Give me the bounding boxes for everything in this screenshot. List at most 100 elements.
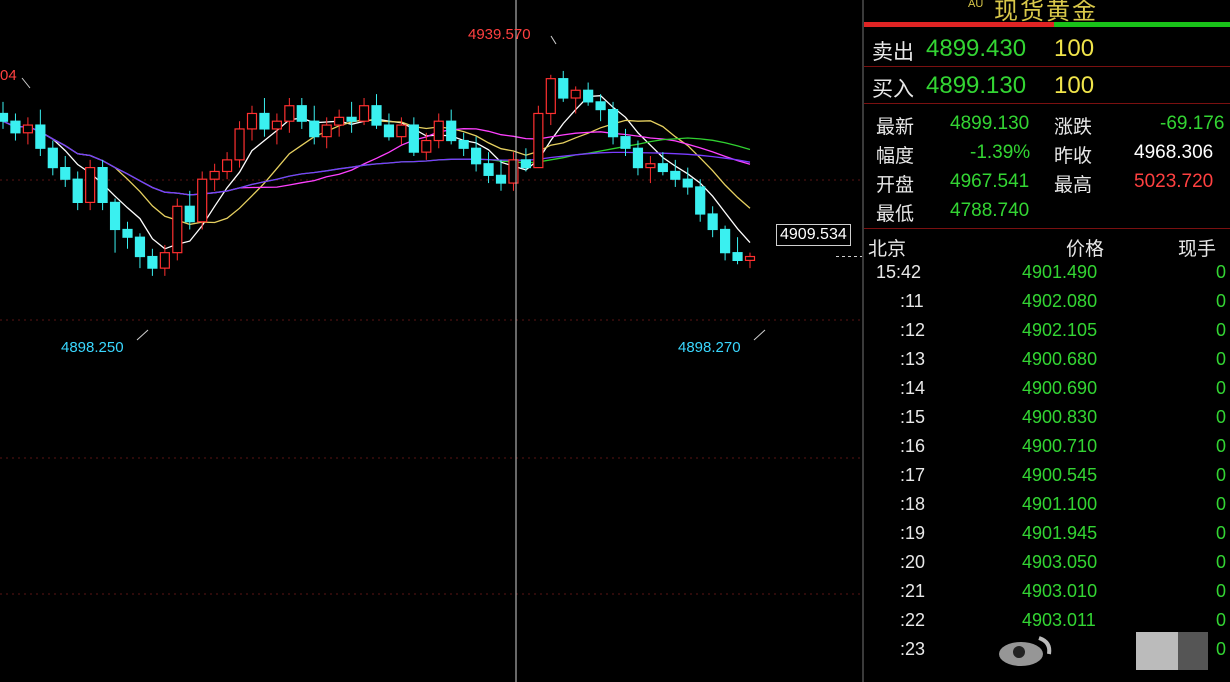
tick-volume: 0 [1216, 610, 1227, 630]
stats-block: 最新 4899.130 涨跌 -69.176 幅度 -1.39% 昨收 4968… [864, 104, 1230, 229]
candle-down [296, 105, 307, 122]
tick-price: 4900.545 [1022, 465, 1098, 485]
tick-time: :12 [900, 320, 926, 340]
tick-volume: 0 [1216, 349, 1227, 369]
candle-down [371, 105, 382, 126]
tick-row: :18 4901.100 0 [864, 494, 1230, 523]
candle-down [109, 201, 121, 231]
buy-volume: 100 [1054, 72, 1095, 99]
low-price-label-left: 4898.250 [61, 339, 124, 356]
tick-price: 4902.105 [1022, 320, 1098, 340]
candle-down [458, 139, 469, 149]
tick-row: :11 4902.080 0 [864, 291, 1230, 320]
tick-volume: 0 [1216, 523, 1227, 543]
change-value: -69.176 [1160, 113, 1225, 134]
pct-value: -1.39% [970, 142, 1031, 163]
crosshair-price-box: 4909.534 [776, 224, 851, 246]
tick-time: :14 [900, 378, 926, 398]
candle-down [259, 112, 270, 130]
candle-up [246, 112, 258, 130]
candle-down [35, 124, 46, 149]
candle-up [744, 255, 756, 261]
tick-row: :12 4902.105 0 [864, 320, 1230, 349]
candle-down [595, 101, 606, 111]
open-label: 开盘 [876, 175, 915, 196]
quote-panel: AU 现货黄金 卖出 4899.430 100 买入 4899.130 100 … [862, 0, 1230, 682]
tick-time: :21 [900, 581, 926, 601]
panel-header: AU 现货黄金 [864, 0, 1230, 25]
candle-up [159, 252, 170, 269]
candle-down [184, 205, 195, 223]
tick-volume: 0 [1216, 320, 1227, 340]
sell-price: 4899.430 [926, 35, 1027, 62]
tick-row: :14 4900.690 0 [864, 378, 1230, 407]
tick-volume: 0 [1216, 581, 1227, 601]
tick-row: :16 4900.710 0 [864, 436, 1230, 465]
candle-down [408, 124, 419, 153]
low-label: 最低 [876, 204, 915, 225]
tick-row: :17 4900.545 0 [864, 465, 1230, 494]
tick-row: 15:42 4901.490 0 [864, 262, 1230, 291]
candle-down [134, 236, 146, 258]
candle-down [583, 89, 594, 103]
tick-row: :20 4903.050 0 [864, 552, 1230, 581]
candle-down [122, 228, 133, 238]
candle-up [22, 124, 33, 134]
candle-down [47, 147, 58, 169]
candle-down [383, 124, 395, 138]
tick-time: :22 [900, 610, 926, 630]
tick-row: :15 4900.830 0 [864, 407, 1230, 436]
candle-down [147, 255, 158, 269]
candle-down [72, 178, 83, 203]
tick-volume: 0 [1216, 552, 1227, 572]
prev-close-label: 昨收 [1054, 146, 1093, 167]
tick-volume: 0 [1216, 639, 1227, 659]
latest-label: 最新 [876, 117, 915, 138]
low-value: 4788.740 [950, 200, 1030, 221]
tick-price: 4902.080 [1022, 291, 1098, 311]
candle-up [421, 139, 432, 153]
candle-down [558, 78, 569, 99]
left-pointer [21, 77, 31, 89]
tick-row: :21 4903.010 0 [864, 581, 1230, 610]
tick-volume: 0 [1216, 465, 1227, 485]
latest-value: 4899.130 [950, 113, 1030, 134]
tick-price: 4903.050 [1022, 552, 1098, 572]
candle-down [346, 116, 357, 122]
candle-up [570, 89, 581, 99]
high-value: 5023.720 [1134, 171, 1214, 192]
candle-up [433, 120, 444, 142]
tick-volume: 0 [1216, 436, 1227, 456]
candle-up [209, 170, 220, 180]
low-pointer-left [136, 329, 149, 341]
buy-strength-bar [1054, 22, 1230, 27]
candle-up [396, 124, 407, 138]
candle-down [732, 252, 743, 262]
candle-down [632, 147, 644, 169]
high-price-label: 4939.570 [468, 26, 531, 43]
pct-label: 幅度 [876, 146, 915, 167]
tick-row: :19 4901.945 0 [864, 523, 1230, 552]
symbol-tag: AU [968, 0, 984, 10]
tick-time: :23 [900, 639, 926, 659]
tick-volume: 0 [1216, 407, 1227, 427]
candle-down [607, 108, 619, 138]
tick-time: :13 [900, 349, 926, 369]
candle-up [334, 116, 345, 126]
candle-up [172, 205, 183, 254]
ticks-header-price: 价格 [1066, 239, 1105, 260]
candle-up [222, 159, 233, 173]
candle-down [695, 186, 706, 215]
sell-label: 卖出 [872, 41, 914, 64]
high-label: 最高 [1054, 175, 1093, 196]
tick-time: :19 [900, 523, 926, 543]
candle-up [271, 120, 282, 130]
tick-time: :16 [900, 436, 926, 456]
watermark-logo-icon [999, 636, 1052, 666]
sell-strength-bar [864, 22, 1054, 27]
candle-down [471, 147, 482, 165]
candle-up [358, 105, 370, 122]
high-pointer [550, 35, 557, 45]
candlestick-chart[interactable]: 04 4939.570 4898.250 4898.270 4909.534 [0, 0, 862, 682]
tick-time: :18 [900, 494, 926, 514]
